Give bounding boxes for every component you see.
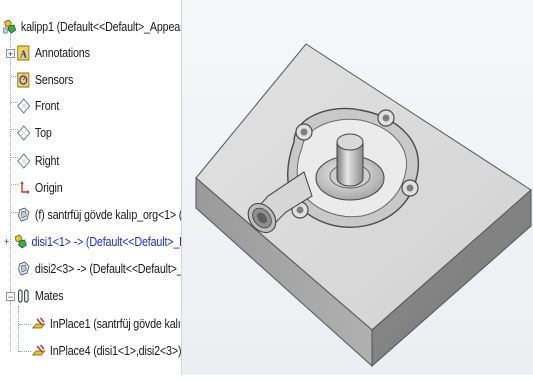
- tree-item-label: Right: [34, 154, 60, 168]
- tree-item-label: Mates: [34, 289, 64, 303]
- tree-item-label: (f) santrfüj gövde kalıp_org<1> (Defa: [34, 208, 182, 222]
- tree-item-label: disi1<1> -> (Default<<Default>_Disp: [31, 235, 181, 249]
- tree-item-label: Top: [34, 126, 52, 140]
- graphics-viewport[interactable]: [182, 0, 533, 375]
- part-icon: [13, 233, 28, 251]
- part-icon: [16, 206, 31, 224]
- tree-item-mates[interactable]: Mates: [16, 285, 64, 307]
- tree-item-annotations[interactable]: A Annotations: [16, 42, 90, 64]
- tree-item-label: Origin: [34, 181, 63, 195]
- expand-annotations-toggle[interactable]: +: [6, 49, 15, 59]
- feature-manager-tree: kalipp1 (Default<<Default>_Appearance + …: [0, 0, 182, 375]
- collapse-mates-toggle[interactable]: −: [6, 292, 15, 302]
- sensors-icon: [16, 71, 31, 89]
- tree-root-assembly[interactable]: kalipp1 (Default<<Default>_Appearance: [2, 16, 182, 38]
- tree-connector: [10, 22, 11, 352]
- expand-disi1-toggle[interactable]: +: [4, 237, 13, 248]
- part-icon: [16, 260, 31, 278]
- tree-root-label: kalipp1 (Default<<Default>_Appearance: [20, 20, 182, 34]
- tree-item-label: Sensors: [34, 73, 74, 87]
- tree-item-right-plane[interactable]: Right: [16, 150, 59, 172]
- plane-icon: [16, 152, 31, 170]
- inplace-mate-icon: [31, 342, 46, 360]
- shaft-cylinder: [336, 133, 364, 187]
- assembly-icon: [2, 18, 17, 36]
- tree-item-disi1[interactable]: + disi1<1> -> (Default<<Default>_Disp: [4, 231, 181, 253]
- tree-item-santrfuj-govde[interactable]: (f) santrfüj gövde kalıp_org<1> (Defa: [16, 204, 182, 226]
- tree-item-origin[interactable]: Origin: [16, 177, 63, 199]
- tree-item-label: Front: [34, 99, 60, 113]
- tree-item-top-plane[interactable]: Top: [16, 122, 52, 144]
- tree-item-label: disi2<3> -> (Default<<Default>_Disp: [34, 262, 181, 276]
- plane-icon: [16, 97, 31, 115]
- tree-item-label: InPlace4 (disi1<1>,disi2<3>): [49, 344, 182, 358]
- mates-icon: [16, 287, 31, 305]
- tree-connector: [19, 324, 31, 325]
- tree-connector: [18, 306, 19, 352]
- plane-icon: [16, 124, 31, 142]
- annotations-icon: A: [16, 44, 31, 62]
- tree-item-sensors[interactable]: Sensors: [16, 69, 73, 91]
- origin-icon: [16, 179, 31, 197]
- tree-item-inplace1[interactable]: InPlace1 (santrfüj gövde kalıp_org: [31, 313, 181, 335]
- tree-item-front-plane[interactable]: Front: [16, 95, 59, 117]
- tree-connector: [19, 351, 31, 352]
- svg-text:A: A: [20, 49, 27, 61]
- tree-item-disi2[interactable]: disi2<3> -> (Default<<Default>_Disp: [16, 258, 181, 280]
- mold-block-3d-model[interactable]: [182, 0, 533, 375]
- tree-item-label: Annotations: [34, 46, 90, 60]
- tree-item-inplace4[interactable]: InPlace4 (disi1<1>,disi2<3>): [31, 340, 181, 362]
- inplace-mate-icon: [31, 315, 46, 333]
- tree-item-label: InPlace1 (santrfüj gövde kalıp_org: [49, 317, 181, 331]
